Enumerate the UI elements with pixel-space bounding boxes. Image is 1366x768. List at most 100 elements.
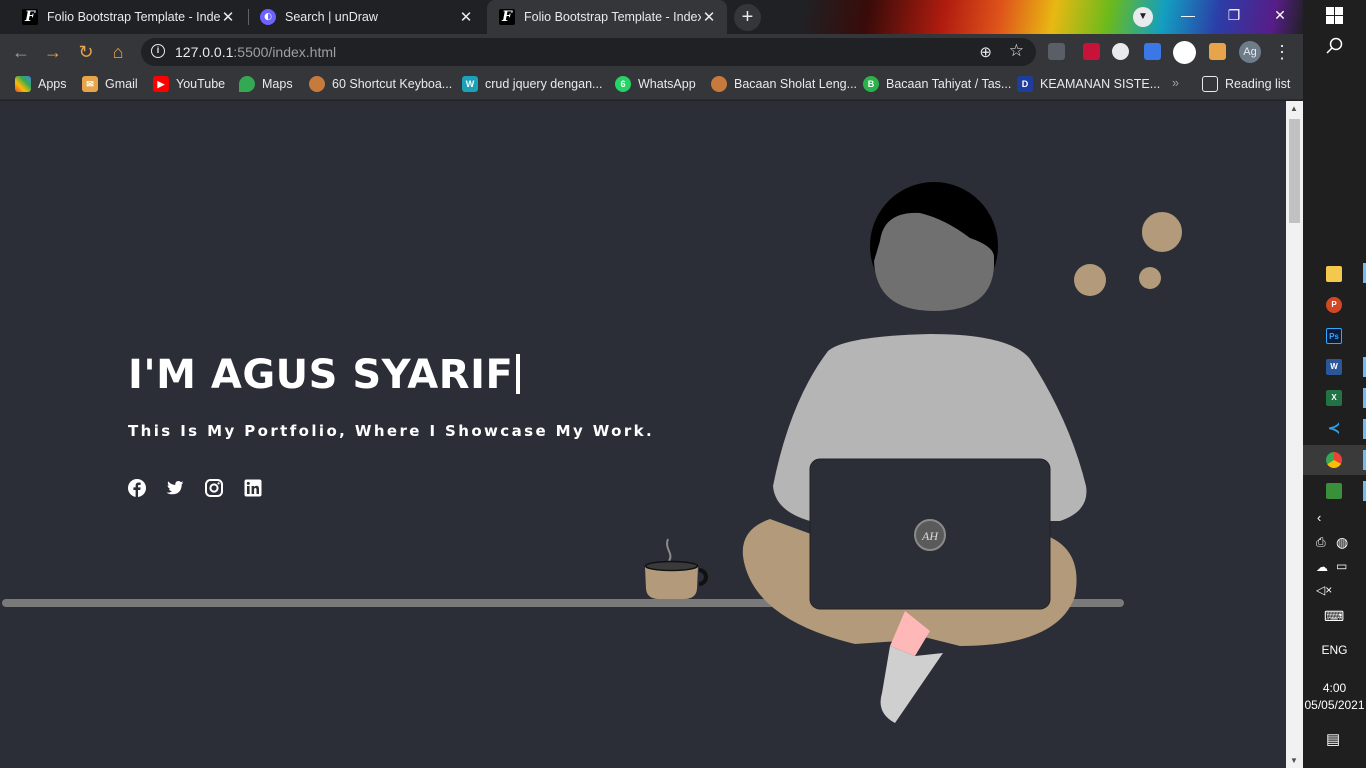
d-icon: D <box>1017 76 1033 92</box>
screen: F Folio Bootstrap Template - Index ✕ ◐ S… <box>0 0 1366 768</box>
bookmark-maps[interactable]: Maps <box>239 76 293 92</box>
bookmark-crud[interactable]: W crud jquery dengan... <box>462 76 602 92</box>
reading-list[interactable]: Reading list <box>1202 76 1290 92</box>
tab-search-button[interactable]: ▼ <box>1133 7 1153 27</box>
tab-title: Folio Bootstrap Template - Index <box>524 10 701 24</box>
laptop-logo: AH <box>921 529 939 543</box>
tab-folio-1[interactable]: F Folio Bootstrap Template - Index ✕ <box>10 0 246 34</box>
coffee-cup <box>644 538 708 599</box>
clock-date[interactable]: 05/05/2021 <box>1303 698 1366 712</box>
tab-folio-active[interactable]: F Folio Bootstrap Template - Index ✕ <box>487 0 727 34</box>
meet-now-icon[interactable]: ⎙ <box>1316 535 1326 550</box>
hero-title: I'M AGUS SYARIF <box>128 352 521 398</box>
bookmark-star-icon[interactable]: ☆ <box>1009 41 1024 61</box>
extension-icon[interactable] <box>1144 43 1161 60</box>
close-icon[interactable]: ✕ <box>220 8 236 26</box>
clock-time[interactable]: 4:00 <box>1303 681 1366 695</box>
keyboard-icon[interactable]: ⌨ <box>1324 608 1344 625</box>
reading-list-icon <box>1202 76 1218 92</box>
zoom-icon[interactable]: ⊕ <box>979 43 992 61</box>
close-window-button[interactable]: ✕ <box>1257 0 1303 30</box>
bookmark-apps[interactable]: Apps <box>15 76 67 92</box>
puzzle-icon[interactable] <box>1209 43 1226 60</box>
file-explorer-icon[interactable] <box>1326 266 1342 282</box>
wr-icon: W <box>462 76 478 92</box>
extension-icon[interactable] <box>1173 41 1196 64</box>
twitter-icon[interactable] <box>166 479 184 497</box>
gmail-icon: ✉ <box>82 76 98 92</box>
linkedin-icon[interactable] <box>244 479 262 497</box>
site-info-icon[interactable]: i <box>151 44 165 58</box>
bookmark-shortcut[interactable]: 60 Shortcut Keyboa... <box>309 76 452 92</box>
windows-start-icon[interactable] <box>1326 7 1343 24</box>
maps-icon <box>239 76 255 92</box>
undraw-icon: ◐ <box>260 9 276 25</box>
new-tab-button[interactable]: + <box>734 4 761 31</box>
bookmark-bacaan-tahiyat[interactable]: B Bacaan Tahiyat / Tas... <box>863 76 1011 92</box>
language-indicator[interactable]: ENG <box>1303 643 1366 657</box>
scroll-up-arrow[interactable]: ▲ <box>1290 104 1298 113</box>
bookmarks-overflow[interactable]: » <box>1172 76 1179 90</box>
vscode-icon[interactable]: ≺ <box>1326 421 1342 437</box>
facebook-icon[interactable] <box>128 479 146 497</box>
chevron-left-icon[interactable]: ‹ <box>1317 510 1321 525</box>
profile-avatar[interactable]: Ag <box>1239 41 1261 63</box>
bookmark-bacaan-sholat[interactable]: Bacaan Sholat Leng... <box>711 76 857 92</box>
bookmark-youtube[interactable]: ▶ YouTube <box>153 76 225 92</box>
app-icon[interactable] <box>1326 483 1342 499</box>
windows-taskbar: P Ps W X ≺ ‹ ⎙ ◍ ☁ ▭ ◁× ⌨ ENG 4:00 05/05… <box>1303 0 1366 768</box>
web-page: AH I'M AGUS SYARIF This Is My Portfolio,… <box>0 101 1286 768</box>
browser-toolbar: ← → ↻ ⌂ i 127.0.0.1:5500/index.html ⊕ ☆ … <box>0 34 1303 70</box>
search-icon[interactable] <box>1326 37 1343 54</box>
notifications-icon[interactable]: ▤ <box>1326 730 1340 748</box>
tab-title: Search | unDraw <box>285 10 378 24</box>
back-button[interactable]: ← <box>9 40 33 64</box>
person-head <box>870 182 998 311</box>
address-bar[interactable]: i 127.0.0.1:5500/index.html ⊕ ☆ <box>141 38 1036 66</box>
chevron-right-icon: » <box>1172 76 1179 90</box>
scroll-down-arrow[interactable]: ▼ <box>1290 756 1298 765</box>
chrome-icon[interactable] <box>1326 452 1342 468</box>
battery-icon[interactable]: ▭ <box>1336 559 1347 573</box>
extension-icon[interactable] <box>1048 43 1065 60</box>
page-scrollbar[interactable]: ▲ ▼ <box>1286 101 1303 768</box>
home-button[interactable]: ⌂ <box>106 40 130 64</box>
powerpoint-icon[interactable]: P <box>1326 297 1342 313</box>
excel-icon[interactable]: X <box>1326 390 1342 406</box>
tab-undraw[interactable]: ◐ Search | unDraw ✕ <box>248 0 484 34</box>
b-icon: B <box>863 76 879 92</box>
tab-strip: F Folio Bootstrap Template - Index ✕ ◐ S… <box>0 0 1303 34</box>
thought-bubble <box>1139 267 1161 289</box>
apps-grid-icon <box>15 76 31 92</box>
thought-bubble <box>1140 210 1184 254</box>
whatsapp-icon: 6 <box>615 76 631 92</box>
hero-subtitle: This Is My Portfolio, Where I Showcase M… <box>128 422 655 440</box>
onedrive-icon[interactable]: ☁ <box>1316 560 1328 574</box>
forward-button[interactable]: → <box>41 40 65 64</box>
bookmarks-bar: Apps ✉ Gmail ▶ YouTube Maps 60 Shortcut … <box>0 70 1303 100</box>
scrollbar-thumb[interactable] <box>1289 119 1300 223</box>
url-text[interactable]: 127.0.0.1:5500/index.html <box>175 44 336 60</box>
extension-icon[interactable] <box>1112 43 1129 60</box>
restore-button[interactable]: ❐ <box>1211 0 1257 30</box>
speaker-muted-icon[interactable]: ◁× <box>1316 583 1332 597</box>
typing-cursor <box>516 354 521 394</box>
thought-bubble <box>1074 264 1106 296</box>
close-icon[interactable]: ✕ <box>458 8 474 26</box>
bookmark-keamanan[interactable]: D KEAMANAN SISTE... <box>1017 76 1160 92</box>
instagram-icon[interactable] <box>205 479 223 497</box>
extension-icon[interactable] <box>1083 43 1100 60</box>
globe-icon <box>711 76 727 92</box>
word-icon[interactable]: W <box>1326 359 1342 375</box>
minimize-button[interactable]: — <box>1165 0 1211 30</box>
folio-icon: F <box>22 9 38 25</box>
reload-button[interactable]: ↻ <box>74 40 98 64</box>
close-icon[interactable]: ✕ <box>701 8 717 26</box>
youtube-icon: ▶ <box>153 76 169 92</box>
folio-icon: F <box>499 9 515 25</box>
network-globe-icon[interactable]: ◍ <box>1336 534 1348 551</box>
bookmark-gmail[interactable]: ✉ Gmail <box>82 76 138 92</box>
photoshop-icon[interactable]: Ps <box>1326 328 1342 344</box>
kebab-menu-icon[interactable]: ⋮ <box>1273 41 1291 63</box>
bookmark-whatsapp[interactable]: 6 WhatsApp <box>615 76 696 92</box>
